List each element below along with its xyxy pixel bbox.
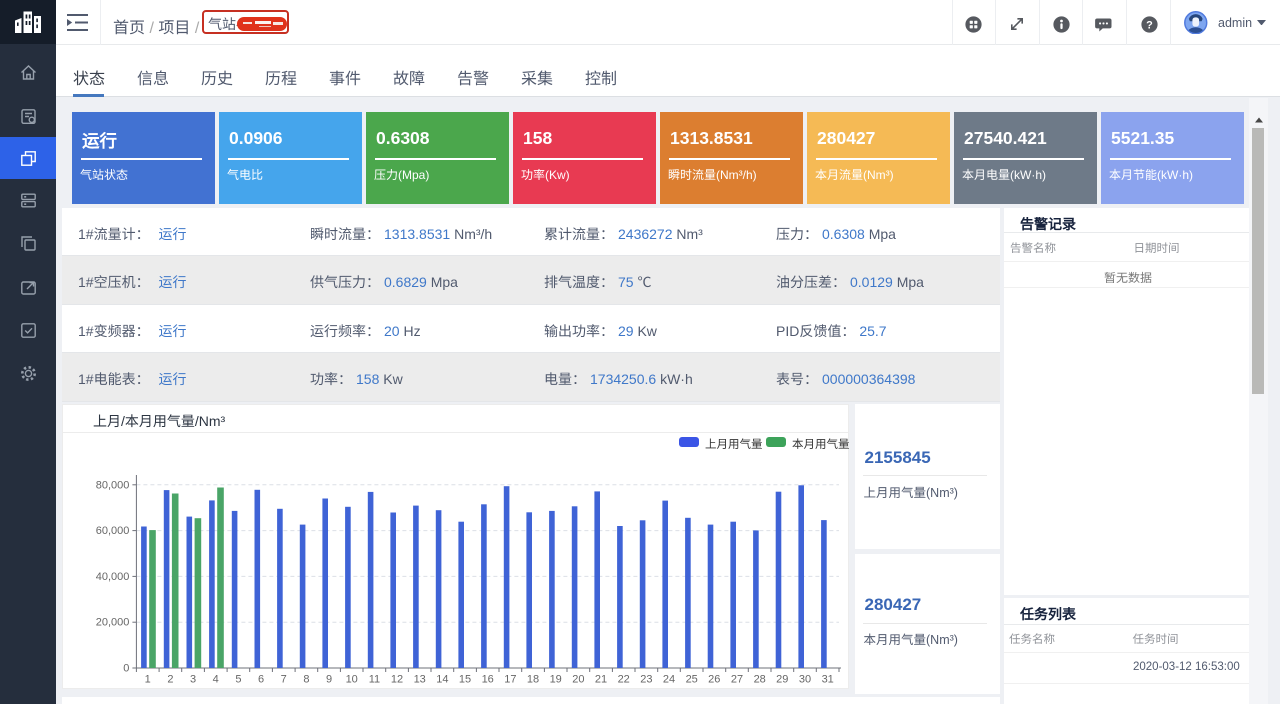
svg-text:19: 19 xyxy=(550,673,562,685)
svg-text:7: 7 xyxy=(281,673,287,685)
svg-text:25: 25 xyxy=(686,673,698,685)
svg-text:17: 17 xyxy=(504,673,516,685)
svg-text:12: 12 xyxy=(391,673,403,685)
svg-text:11: 11 xyxy=(369,673,380,685)
svg-text:6: 6 xyxy=(258,673,264,685)
svg-text:14: 14 xyxy=(436,673,448,685)
svg-text:4: 4 xyxy=(213,673,219,685)
svg-text:20: 20 xyxy=(572,673,584,685)
svg-text:29: 29 xyxy=(776,673,788,685)
svg-text:5: 5 xyxy=(235,673,241,685)
svg-text:9: 9 xyxy=(326,673,332,685)
svg-text:28: 28 xyxy=(754,673,766,685)
svg-text:20,000: 20,000 xyxy=(96,616,130,628)
svg-text:13: 13 xyxy=(414,673,426,685)
svg-text:0: 0 xyxy=(123,662,129,674)
svg-text:22: 22 xyxy=(618,673,630,685)
svg-text:80,000: 80,000 xyxy=(96,479,130,491)
svg-text:40,000: 40,000 xyxy=(96,570,130,582)
svg-text:60,000: 60,000 xyxy=(96,525,130,537)
svg-text:?: ? xyxy=(1146,19,1153,31)
svg-text:18: 18 xyxy=(527,673,539,685)
svg-text:8: 8 xyxy=(303,673,309,685)
svg-text:31: 31 xyxy=(822,673,834,685)
svg-text:26: 26 xyxy=(708,673,720,685)
svg-text:23: 23 xyxy=(640,673,652,685)
svg-text:21: 21 xyxy=(595,673,607,685)
svg-text:2: 2 xyxy=(167,673,173,685)
svg-text:10: 10 xyxy=(346,673,358,685)
svg-text:30: 30 xyxy=(799,673,811,685)
svg-text:15: 15 xyxy=(459,673,471,685)
svg-text:24: 24 xyxy=(663,673,675,685)
svg-text:27: 27 xyxy=(731,673,743,685)
svg-text:1: 1 xyxy=(145,673,151,685)
svg-text:16: 16 xyxy=(482,673,494,685)
svg-text:3: 3 xyxy=(190,673,196,685)
